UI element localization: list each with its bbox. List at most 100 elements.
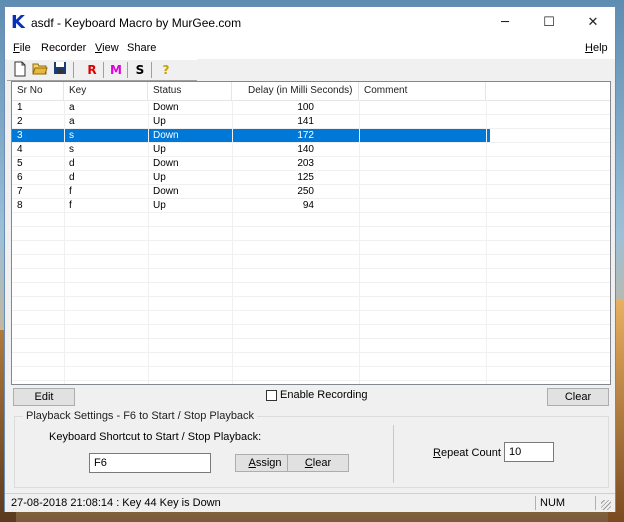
cell-srno: 1: [17, 102, 23, 113]
resize-grip[interactable]: [601, 500, 611, 510]
menu-bar: File Recorder View Share Help: [5, 39, 615, 59]
cell-comment: [364, 157, 484, 171]
grid-line: [12, 142, 610, 143]
shortcut-clear-button[interactable]: Clear: [287, 454, 349, 472]
close-button[interactable]: ✕: [571, 7, 615, 39]
grid-line: [359, 100, 360, 384]
cell-key: f: [69, 200, 72, 211]
table-row[interactable]: 1 a Down 100: [12, 101, 490, 115]
cell-comment: [364, 185, 484, 199]
grid-line: [12, 338, 610, 339]
table-row[interactable]: 6 d Up 125: [12, 171, 490, 185]
cell-comment: [364, 199, 484, 213]
grid-line: [12, 128, 610, 129]
grid-line: [12, 170, 610, 171]
toolbar-separator: [127, 62, 128, 78]
cell-delay: 140: [297, 144, 314, 155]
record-r-button[interactable]: R: [83, 61, 101, 79]
status-separator: [595, 496, 596, 510]
table-row[interactable]: 5 d Down 203: [12, 157, 490, 171]
cell-status: Down: [153, 186, 179, 197]
column-header-delay[interactable]: Delay (in Milli Seconds): [232, 82, 359, 100]
help-icon[interactable]: ?: [157, 61, 175, 79]
grid-line: [12, 198, 610, 199]
enable-recording-label[interactable]: Enable Recording: [280, 389, 367, 401]
cell-delay: 203: [297, 158, 314, 169]
cell-srno: 4: [17, 144, 23, 155]
cell-srno: 2: [17, 116, 23, 127]
cell-delay: 94: [302, 200, 314, 211]
grid-line: [232, 100, 233, 384]
save-disk-icon[interactable]: [51, 61, 69, 79]
grid-line: [12, 352, 610, 353]
cell-delay: 250: [297, 186, 314, 197]
menu-file[interactable]: File: [13, 42, 31, 54]
assign-button[interactable]: Assign: [235, 454, 295, 472]
minimize-button[interactable]: ─: [483, 7, 527, 39]
cell-comment: [364, 115, 484, 129]
grid-line: [486, 100, 487, 384]
cell-key: d: [69, 158, 75, 169]
list-header: Sr No Key Status Delay (in Milli Seconds…: [12, 82, 610, 101]
table-row[interactable]: 8 f Up 94: [12, 199, 490, 213]
shortcut-input[interactable]: F6: [89, 453, 211, 473]
title-bar[interactable]: K asdf - Keyboard Macro by MurGee.com ─ …: [5, 7, 615, 39]
window-title: asdf - Keyboard Macro by MurGee.com: [31, 16, 242, 30]
cell-comment: [364, 171, 484, 185]
menu-view[interactable]: View: [95, 42, 119, 54]
column-header-status[interactable]: Status: [148, 82, 232, 100]
cell-srno: 6: [17, 172, 23, 183]
grid-line: [12, 114, 610, 115]
cell-key: d: [69, 172, 75, 183]
menu-share[interactable]: Share: [127, 42, 156, 54]
status-separator: [535, 496, 536, 510]
status-message: 27-08-2018 21:08:14 : Key 44 Key is Down: [11, 497, 221, 509]
clear-list-button[interactable]: Clear: [547, 388, 609, 406]
column-header-srno[interactable]: Sr No: [12, 82, 64, 100]
cell-comment: [364, 101, 484, 115]
grid-line: [148, 100, 149, 384]
new-file-icon[interactable]: [11, 61, 29, 79]
maximize-button[interactable]: ☐: [527, 7, 571, 39]
toolbar-separator: [151, 62, 152, 78]
cell-status: Up: [153, 116, 166, 127]
cell-key: a: [69, 102, 75, 113]
cell-srno: 3: [17, 130, 23, 141]
cell-delay: 172: [297, 130, 314, 141]
grid-line: [12, 296, 610, 297]
menu-help[interactable]: Help: [585, 42, 608, 54]
repeat-count-label: Repeat Count :: [433, 447, 508, 459]
table-row[interactable]: 3 s Down 172: [12, 129, 490, 143]
cell-srno: 7: [17, 186, 23, 197]
column-header-comment[interactable]: Comment: [359, 82, 486, 100]
playback-settings-title: Playback Settings - F6 to Start / Stop P…: [23, 410, 258, 422]
settings-s-button[interactable]: S: [131, 61, 149, 79]
macro-list[interactable]: Sr No Key Status Delay (in Milli Seconds…: [11, 81, 611, 385]
app-window: K asdf - Keyboard Macro by MurGee.com ─ …: [4, 6, 616, 512]
cell-key: s: [69, 130, 74, 141]
grid-line: [12, 282, 610, 283]
cell-srno: 5: [17, 158, 23, 169]
cell-delay: 125: [297, 172, 314, 183]
grid-line: [12, 380, 610, 381]
cell-key: a: [69, 116, 75, 127]
grid-line: [12, 324, 610, 325]
grid-line: [12, 184, 610, 185]
table-row[interactable]: 7 f Down 250: [12, 185, 490, 199]
grid-line: [12, 226, 610, 227]
table-row[interactable]: 4 s Up 140: [12, 143, 490, 157]
enable-recording-checkbox[interactable]: [266, 390, 277, 401]
menu-recorder[interactable]: Recorder: [41, 42, 86, 54]
repeat-count-input[interactable]: 10: [504, 442, 554, 462]
cell-key: f: [69, 186, 72, 197]
column-header-key[interactable]: Key: [64, 82, 148, 100]
grid-line: [12, 240, 610, 241]
cell-status: Down: [153, 158, 179, 169]
table-row[interactable]: 2 a Up 141: [12, 115, 490, 129]
app-logo-icon: K: [11, 12, 25, 33]
macro-m-button[interactable]: M: [107, 61, 125, 79]
toolbar-separator: [103, 62, 104, 78]
edit-button[interactable]: Edit: [13, 388, 75, 406]
num-lock-indicator: NUM: [540, 497, 566, 509]
open-folder-icon[interactable]: [31, 61, 49, 79]
